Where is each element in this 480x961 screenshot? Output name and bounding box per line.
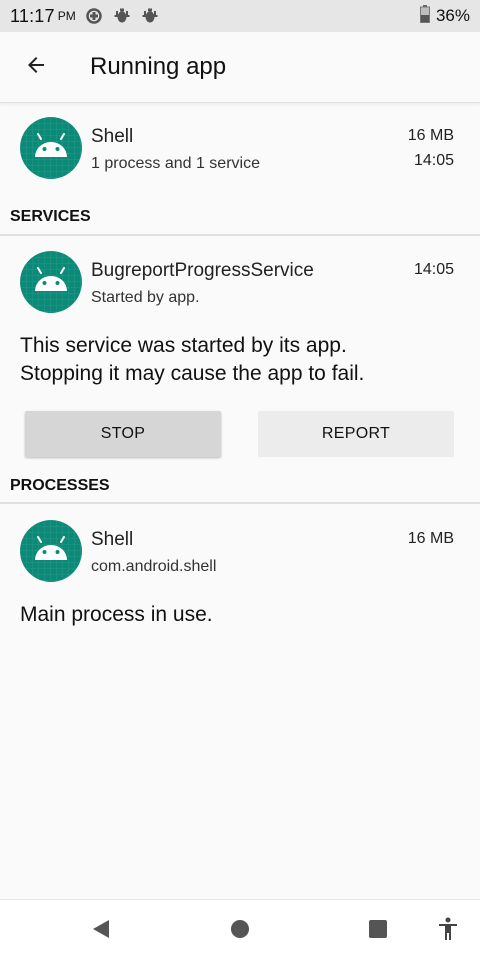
process-package: com.android.shell (91, 558, 217, 575)
process-memory: 16 MB (407, 530, 454, 547)
accessibility-button[interactable] (435, 917, 461, 946)
page-title: Running app (90, 53, 227, 80)
bug-icon (142, 8, 158, 24)
service-description: This service was started by its app. Sto… (20, 332, 364, 388)
android-app-icon (20, 117, 82, 179)
service-description-line2: Stopping it may cause the app to fail. (20, 362, 365, 385)
service-name: BugreportProgressService (91, 260, 314, 281)
report-button[interactable]: REPORT (258, 411, 454, 457)
process-name: Shell (91, 529, 134, 550)
processes-header: PROCESSES (10, 477, 110, 494)
battery-percent: 36% (435, 6, 470, 25)
nav-recents-button[interactable] (365, 918, 391, 944)
service-time: 14:05 (413, 261, 454, 278)
square-recents-icon (368, 919, 388, 944)
app-bar: Running app (0, 32, 480, 103)
app-name: Shell (91, 126, 134, 147)
data-saver-icon (85, 8, 102, 24)
triangle-back-icon (90, 918, 112, 945)
accessibility-icon (437, 917, 459, 946)
navigation-bar (0, 899, 480, 961)
battery-icon (419, 4, 430, 28)
android-app-icon (20, 520, 82, 582)
services-header: SERVICES (10, 208, 91, 225)
status-time: 11:17 (10, 5, 55, 26)
circle-home-icon (230, 919, 250, 944)
status-ampm: PM (57, 9, 76, 23)
arrow-back-icon (24, 53, 48, 82)
processes-divider (0, 502, 480, 504)
back-button[interactable] (12, 43, 60, 91)
app-memory: 16 MB (407, 127, 454, 144)
bug-icon (114, 8, 130, 24)
process-description: Main process in use. (20, 603, 213, 626)
android-app-icon (20, 251, 82, 313)
status-notification-icons (85, 8, 170, 24)
service-description-line1: This service was started by its app. (20, 334, 347, 357)
nav-back-button[interactable] (88, 918, 114, 944)
status-bar: 11:17 PM 36% (0, 0, 480, 32)
app-process-summary: 1 process and 1 service (91, 155, 260, 172)
stop-button[interactable]: STOP (25, 411, 221, 457)
app-time: 14:05 (413, 152, 454, 169)
services-divider (0, 234, 480, 236)
nav-home-button[interactable] (227, 918, 253, 944)
status-right: 36% (419, 4, 470, 28)
service-subtitle: Started by app. (91, 289, 200, 306)
